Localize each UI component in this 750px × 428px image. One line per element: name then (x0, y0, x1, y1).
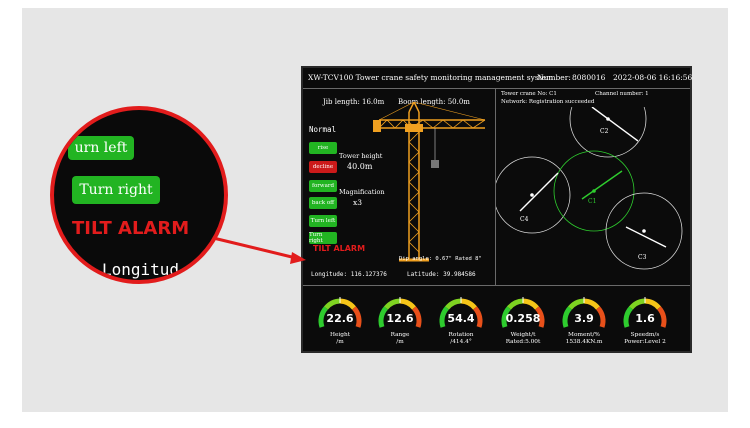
magnified-longitude: Longitud (102, 260, 180, 279)
magnified-turn-left: urn left (68, 136, 134, 160)
magnifier-bubble: urn left Turn right TILT ALARM Longitud (50, 106, 228, 284)
magnified-turn-right: Turn right (72, 176, 160, 204)
magnified-tilt-alarm: TILT ALARM (72, 218, 190, 239)
